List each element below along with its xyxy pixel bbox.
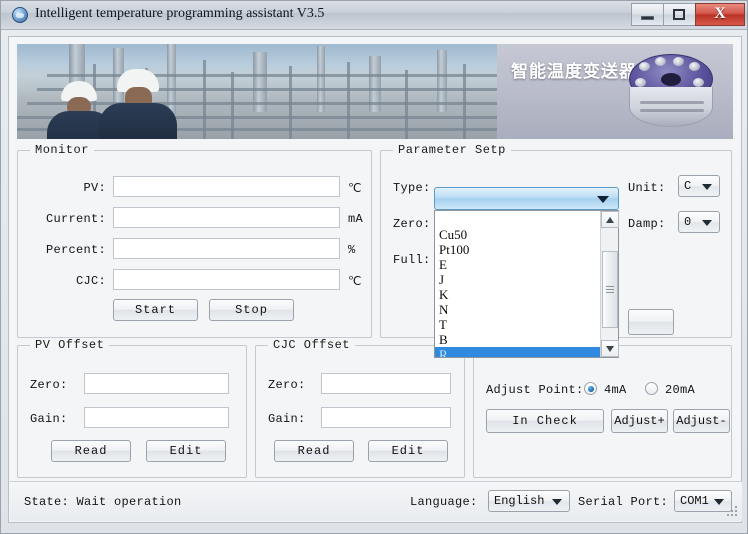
adjust-minus-button[interactable]: Adjust-: [673, 409, 730, 433]
dropdown-item[interactable]: N: [435, 302, 600, 317]
maximize-button[interactable]: [663, 3, 695, 26]
scroll-up-icon[interactable]: [601, 211, 619, 228]
type-label: Type:: [393, 181, 431, 195]
current-label: Current:: [45, 212, 106, 226]
in-check-button[interactable]: In Check: [486, 409, 604, 433]
chevron-down-icon: [702, 220, 712, 226]
type-combo[interactable]: [434, 187, 619, 210]
scrollbar-thumb[interactable]: [602, 251, 618, 328]
window-controls: X: [631, 3, 745, 26]
serial-port-combo-value: COM1: [680, 494, 709, 508]
cjc-offset-gain-label: Gain:: [268, 412, 306, 426]
header-banner: 智能温度变送器: [17, 44, 733, 139]
radio-4ma[interactable]: [584, 382, 597, 395]
language-combo[interactable]: English: [488, 490, 570, 512]
language-label: Language:: [410, 495, 478, 509]
percent-input[interactable]: [113, 238, 340, 259]
serial-port-combo[interactable]: COM1: [674, 490, 732, 512]
dropdown-item[interactable]: B: [435, 332, 600, 347]
client-area: 智能温度变送器 Monitor PV: ℃ Current: mA Percen…: [8, 36, 742, 523]
resize-grip-icon[interactable]: [727, 506, 739, 518]
cjc-offset-zero-label: Zero:: [268, 378, 306, 392]
unit-combo-value: C: [684, 179, 692, 193]
pv-label: PV:: [83, 181, 106, 195]
parameter-setup-legend: Parameter Setp: [393, 143, 511, 157]
status-bar: State: Wait operation Language: English …: [10, 481, 742, 521]
application-window: Intelligent temperature programming assi…: [0, 0, 748, 534]
product-banner: 智能温度变送器: [497, 44, 733, 139]
stop-button[interactable]: Stop: [209, 299, 294, 321]
percent-label: Percent:: [45, 243, 106, 257]
window-title: Intelligent temperature programming assi…: [35, 6, 325, 21]
damp-label: Damp:: [628, 217, 666, 231]
pv-input[interactable]: [113, 176, 340, 197]
dropdown-item-selected[interactable]: R: [435, 347, 600, 357]
dropdown-item[interactable]: J: [435, 272, 600, 287]
temperature-transmitter-photo: [625, 54, 717, 132]
adjust-plus-button[interactable]: Adjust+: [611, 409, 668, 433]
dropdown-item[interactable]: E: [435, 257, 600, 272]
pv-offset-edit-button[interactable]: Edit: [146, 440, 226, 462]
chevron-down-icon: [597, 195, 609, 203]
current-unit: mA: [348, 212, 364, 226]
dropdown-item[interactable]: K: [435, 287, 600, 302]
serial-port-label: Serial Port:: [578, 495, 669, 509]
maximize-icon: [673, 9, 685, 20]
cjc-offset-zero-input[interactable]: [321, 373, 451, 394]
title-bar: Intelligent temperature programming assi…: [1, 1, 747, 30]
percent-unit: %: [348, 243, 356, 257]
pv-offset-zero-input[interactable]: [84, 373, 229, 394]
chevron-down-icon: [702, 184, 712, 190]
monitor-legend: Monitor: [30, 143, 94, 157]
type-dropdown-list[interactable]: Cu50 Pt100 E J K N T B R: [434, 210, 619, 358]
radio-20ma-label: 20mA: [665, 383, 696, 397]
ma-setup-panel: 4-20mA Setup Adjust Point: 4mA 20mA In C…: [473, 338, 732, 478]
chevron-down-icon: [552, 499, 562, 505]
damp-combo[interactable]: 0: [678, 211, 720, 233]
minimize-button[interactable]: [631, 3, 663, 26]
pv-offset-gain-input[interactable]: [84, 407, 229, 428]
minimize-icon: [641, 16, 654, 20]
cjc-input[interactable]: [113, 269, 340, 290]
industrial-plant-photo: [17, 44, 497, 139]
type-dropdown-items: Cu50 Pt100 E J K N T B R: [435, 211, 600, 357]
radio-4ma-label: 4mA: [604, 383, 627, 397]
close-button[interactable]: X: [695, 3, 745, 26]
unit-combo[interactable]: C: [678, 175, 720, 197]
radio-20ma[interactable]: [645, 382, 658, 395]
current-input[interactable]: [113, 207, 340, 228]
globe-icon: [12, 7, 28, 23]
product-title-cn: 智能温度变送器: [511, 62, 637, 82]
cjc-offset-legend: CJC Offset: [268, 338, 356, 352]
cjc-offset-panel: CJC Offset Zero: Gain: Read Edit: [255, 338, 465, 478]
cjc-unit: ℃: [348, 275, 362, 289]
adjust-point-label: Adjust Point:: [486, 383, 584, 397]
dropdown-scrollbar[interactable]: [600, 211, 619, 357]
pv-offset-gain-label: Gain:: [30, 412, 68, 426]
pv-offset-zero-label: Zero:: [30, 378, 68, 392]
state-text: State: Wait operation: [24, 495, 182, 509]
full-label: Full:: [393, 253, 431, 267]
dropdown-item[interactable]: T: [435, 317, 600, 332]
zero-label: Zero:: [393, 217, 431, 231]
pv-offset-panel: PV Offset Zero: Gain: Read Edit: [17, 338, 247, 478]
chevron-down-icon: [714, 499, 724, 505]
pv-offset-read-button[interactable]: Read: [51, 440, 131, 462]
pv-unit: ℃: [348, 182, 362, 196]
cjc-offset-gain-input[interactable]: [321, 407, 451, 428]
monitor-panel: Monitor PV: ℃ Current: mA Percent: % CJC…: [17, 143, 372, 338]
scroll-down-icon[interactable]: [601, 340, 619, 357]
cjc-label: CJC:: [75, 274, 106, 288]
dropdown-item[interactable]: Pt100: [435, 242, 600, 257]
start-button[interactable]: Start: [113, 299, 198, 321]
parameter-write-button[interactable]: [628, 309, 674, 335]
damp-combo-value: 0: [684, 215, 692, 229]
cjc-offset-edit-button[interactable]: Edit: [368, 440, 448, 462]
language-combo-value: English: [494, 494, 545, 508]
cjc-offset-read-button[interactable]: Read: [274, 440, 354, 462]
close-icon: X: [714, 5, 726, 22]
unit-label: Unit:: [628, 181, 666, 195]
pv-offset-legend: PV Offset: [30, 338, 110, 352]
dropdown-item[interactable]: Cu50: [435, 227, 600, 242]
